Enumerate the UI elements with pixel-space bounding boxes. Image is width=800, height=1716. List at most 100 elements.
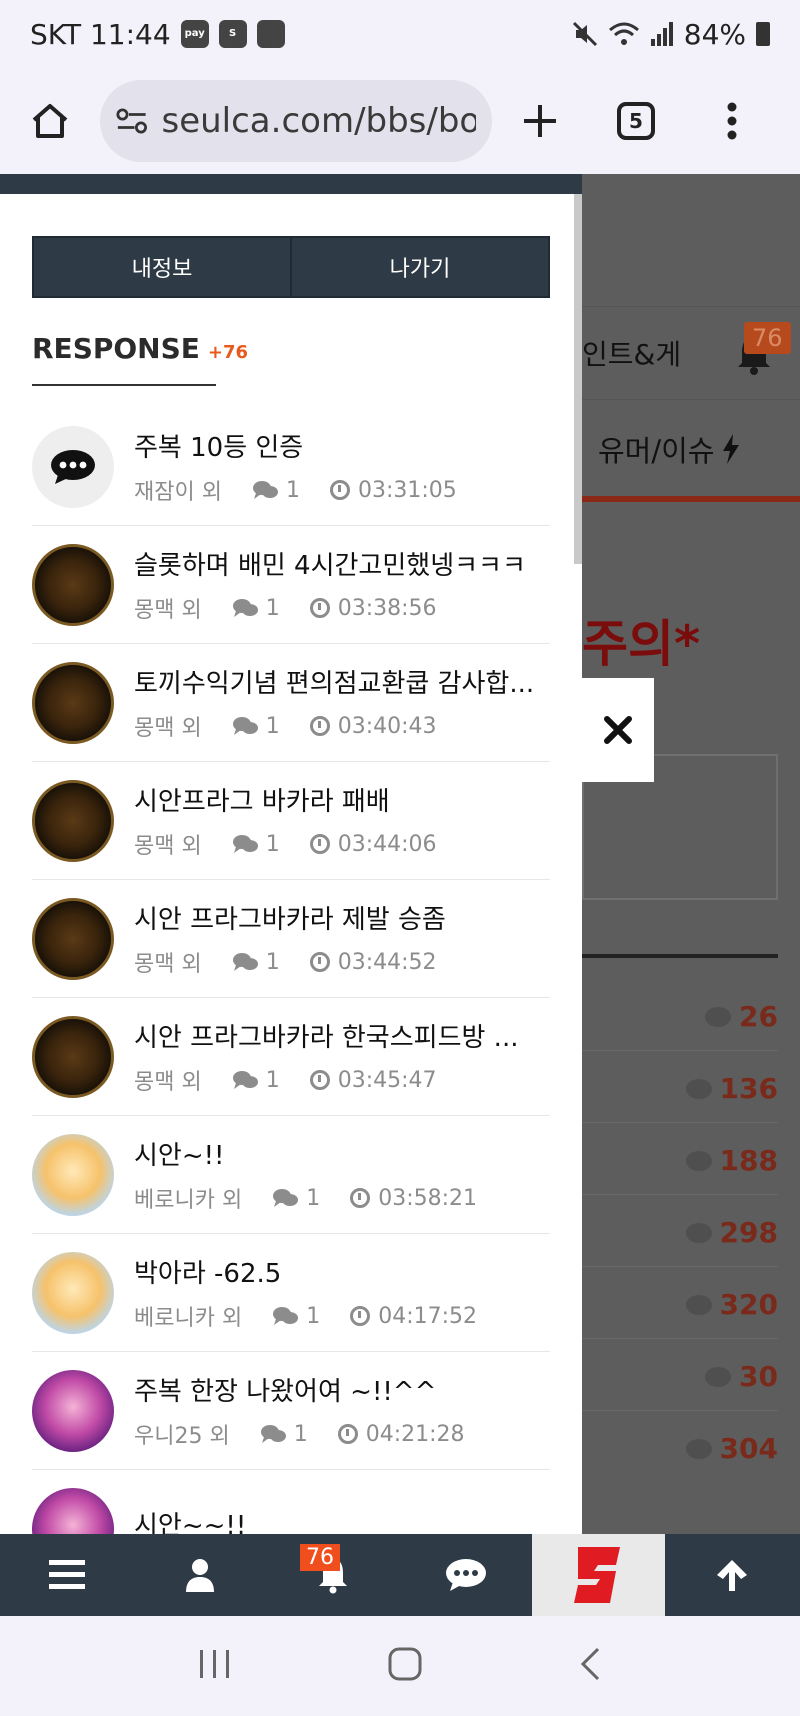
time-value: 03:44:06	[337, 831, 437, 857]
response-item-body: 주복 10등 인증 재잠이 외 1 03:31:05	[134, 427, 550, 506]
site-logo-icon	[573, 1547, 620, 1603]
comments-icon	[232, 953, 258, 971]
response-item-title[interactable]: 주복 한장 나왔어여 ~!!^^	[134, 1371, 550, 1408]
response-item-title[interactable]: 시안~!!	[134, 1135, 550, 1172]
response-item-meta: 재잠이 외 1 03:31:05	[134, 474, 550, 506]
response-list-item[interactable]: 토끼수익기념 편의점교환쿱 감사합... 몽맥 외 1 03:40:43	[32, 644, 550, 762]
menu-button[interactable]	[0, 1534, 133, 1616]
comment-icon	[685, 1222, 712, 1243]
side-drawer: 내정보 나가기 RESPONSE +76 주복 10등 인증 재잠이 외 1 03:3…	[0, 174, 582, 1534]
avatar	[32, 779, 114, 862]
home-nav-button[interactable]	[387, 1646, 423, 1686]
response-item-author: 베로니카 외	[134, 1188, 243, 1213]
response-item-meta: 몽맥 외 1 03:44:06	[134, 828, 550, 860]
response-item-title[interactable]: 시안프라그 바카라 패배	[134, 781, 550, 818]
drawer-scrollbar[interactable]	[574, 194, 582, 564]
comment-count-value: 1	[265, 1067, 280, 1093]
logout-button[interactable]: 나가기	[290, 238, 548, 296]
clock-icon	[309, 952, 330, 972]
browser-menu-button[interactable]	[684, 68, 780, 174]
new-tab-button[interactable]	[492, 68, 588, 174]
my-info-button[interactable]: 내정보	[34, 238, 290, 296]
response-item-title[interactable]: 박아라 -62.5	[134, 1253, 550, 1290]
response-list-item[interactable]: 시안 프라그바카라 제발 승좀 몽맥 외 1 03:44:52	[32, 880, 550, 998]
response-item-author: 몽맥 외	[134, 598, 202, 623]
bg-row-line	[582, 1050, 778, 1051]
response-item-count: 1	[272, 1186, 320, 1211]
bg-comment-count: 136	[685, 1072, 778, 1105]
notifications-button[interactable]: 76	[266, 1534, 399, 1616]
response-item-title[interactable]: 시안 프라그바카라 한국스피드방 ...	[134, 1017, 550, 1054]
bg-comment-count: 30	[705, 1360, 778, 1393]
response-item-time: 03:58:21	[350, 1186, 477, 1211]
site-logo-button[interactable]	[532, 1534, 665, 1616]
response-item-author: 우니25 외	[134, 1424, 230, 1449]
recent-apps-button[interactable]	[198, 1648, 232, 1684]
response-list-item[interactable]: 시안~!! 베로니카 외 1 03:58:21	[32, 1116, 550, 1234]
bg-category: 유머/이슈	[582, 402, 800, 502]
response-item-meta: 베로니카 외 1 04:17:52	[134, 1300, 550, 1332]
response-list-item[interactable]: 박아라 -62.5 베로니카 외 1 04:17:52	[32, 1234, 550, 1352]
clock-icon	[350, 1306, 371, 1326]
comment-count-value: 1	[265, 595, 280, 621]
lightning-icon	[722, 434, 739, 464]
bg-warning-text: 주의*	[582, 615, 701, 673]
comments-icon	[232, 717, 258, 735]
response-item-author: 재잠이 외	[134, 480, 222, 505]
bg-row-line	[582, 1266, 778, 1267]
comment-icon	[685, 1294, 712, 1315]
profile-button[interactable]	[133, 1534, 266, 1616]
bg-row-line	[582, 1194, 778, 1195]
home-icon	[32, 104, 68, 138]
plus-icon	[524, 105, 556, 137]
signal-icon	[650, 22, 673, 46]
bg-row-line	[582, 1410, 778, 1411]
home-button[interactable]	[0, 68, 100, 174]
response-item-count: 1	[232, 950, 280, 975]
response-item-meta: 몽맥 외 1 03:40:43	[134, 710, 550, 742]
bg-comment-count: 304	[685, 1432, 778, 1465]
response-item-title[interactable]: 시안~~!!	[134, 1505, 550, 1534]
response-item-author: 몽맥 외	[134, 716, 202, 741]
gallery-icon	[256, 20, 285, 48]
response-list-item[interactable]: 주복 10등 인증 재잠이 외 1 03:31:05	[32, 408, 550, 526]
comment-count-value: 1	[285, 477, 300, 503]
comments-icon	[232, 599, 258, 617]
response-item-body: 토끼수익기념 편의점교환쿱 감사합... 몽맥 외 1 03:40:43	[134, 663, 550, 742]
avatar	[32, 661, 114, 744]
pay-icon: pay	[180, 20, 209, 48]
response-list-item[interactable]: 슬롯하며 배민 4시간고민했넹ㅋㅋㅋ 몽맥 외 1 03:38:56	[32, 526, 550, 644]
comments-icon	[260, 1425, 286, 1443]
avatar	[32, 1015, 114, 1098]
response-item-body: 시안~~!!	[134, 1505, 550, 1534]
response-item-body: 시안~!! 베로니카 외 1 03:58:21	[134, 1135, 550, 1214]
avatar	[32, 543, 114, 626]
response-item-title[interactable]: 슬롯하며 배민 4시간고민했넹ㅋㅋㅋ	[134, 545, 550, 582]
tab-switcher-button[interactable]: 5	[588, 68, 684, 174]
comment-icon	[685, 1150, 712, 1171]
back-button[interactable]	[578, 1646, 602, 1686]
address-bar[interactable]: seulca.com/bbs/boa	[100, 80, 492, 162]
scroll-top-button[interactable]	[665, 1534, 798, 1616]
clock-icon	[309, 598, 330, 618]
response-item-title[interactable]: 주복 10등 인증	[134, 427, 550, 464]
response-list-item[interactable]: 시안프라그 바카라 패배 몽맥 외 1 03:44:06	[32, 762, 550, 880]
bg-comment-count: 188	[685, 1144, 778, 1177]
chat-button[interactable]	[399, 1534, 532, 1616]
comments-icon	[252, 481, 278, 499]
recent-apps-icon	[199, 1650, 229, 1678]
response-item-title[interactable]: 토끼수익기념 편의점교환쿱 감사합...	[134, 663, 550, 700]
comment-count-value: 1	[306, 1303, 321, 1329]
comment-count-value: 1	[265, 831, 280, 857]
back-icon	[581, 1647, 600, 1681]
comment-icon	[705, 1366, 732, 1387]
response-list-item[interactable]: 시안~~!!	[32, 1470, 550, 1534]
response-item-body: 슬롯하며 배민 4시간고민했넹ㅋㅋㅋ 몽맥 외 1 03:38:56	[134, 545, 550, 624]
response-list-item[interactable]: 시안 프라그바카라 한국스피드방 ... 몽맥 외 1 03:45:47	[32, 998, 550, 1116]
response-list: 주복 10등 인증 재잠이 외 1 03:31:05 슬롯하며 배민 4시간고민했넹ㅋㅋ…	[32, 408, 550, 1534]
bg-comment-count: 26	[705, 1000, 778, 1033]
response-item-title[interactable]: 시안 프라그바카라 제발 승좀	[134, 899, 550, 936]
response-list-item[interactable]: 주복 한장 나왔어여 ~!!^^ 우니25 외 1 04:21:28	[32, 1352, 550, 1470]
close-drawer-button[interactable]	[582, 678, 654, 782]
time-value: 03:44:52	[337, 949, 437, 975]
